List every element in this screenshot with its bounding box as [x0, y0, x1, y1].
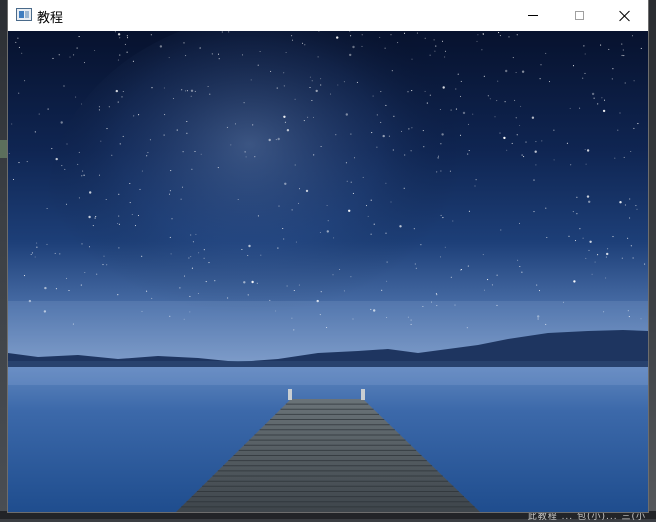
night-lake-pier-image — [8, 31, 648, 512]
water-reflection — [8, 367, 648, 385]
close-button[interactable] — [602, 0, 648, 31]
image-canvas — [8, 31, 648, 512]
close-icon — [619, 10, 631, 22]
background-window-left — [0, 0, 8, 519]
background-marker — [0, 140, 8, 158]
maximize-button[interactable] — [556, 0, 602, 31]
app-window-icon — [16, 8, 32, 21]
minimize-button[interactable] — [510, 0, 556, 31]
background-taskbar-strip: 此教程 ... 包(小)... 三(小 — [0, 511, 656, 522]
minimize-icon — [528, 15, 538, 16]
pier-post-right — [361, 389, 365, 400]
background-window-right — [648, 0, 656, 519]
app-window: 教程 — [8, 0, 648, 512]
maximize-icon — [574, 11, 584, 20]
pier-post-left — [288, 389, 292, 400]
window-title: 教程 — [37, 11, 64, 26]
title-bar[interactable]: 教程 — [8, 0, 648, 31]
